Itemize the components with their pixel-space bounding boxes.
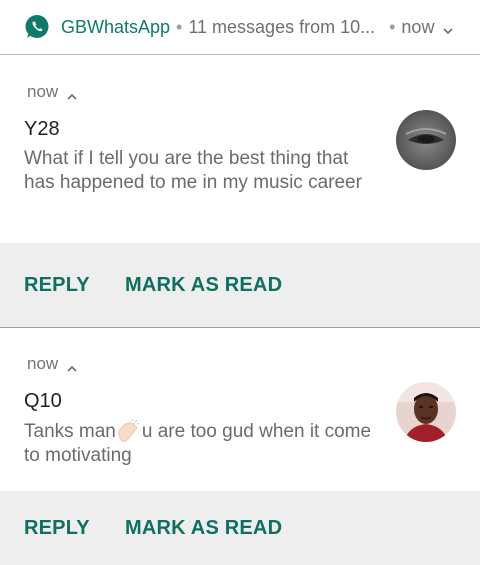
mark-as-read-button[interactable]: MARK AS READ [125, 517, 282, 540]
notification-time: now [27, 354, 59, 373]
notification-time: now [27, 82, 59, 101]
notification-header[interactable]: GBWhatsApp • 11 messages from 10... • no… [0, 0, 480, 55]
message-text: What if I tell you are the best thing th… [24, 148, 362, 193]
sender-name: Y28 [24, 118, 60, 140]
mark-as-read-button[interactable]: MARK AS READ [125, 274, 282, 297]
notification-shade: GBWhatsApp • 11 messages from 10... • no… [0, 0, 480, 565]
message-text: Tanks man u are too gud when it come to m… [24, 419, 374, 468]
header-summary: 11 messages from 10... [188, 16, 376, 37]
chevron-up-icon[interactable] [66, 359, 78, 372]
reply-button[interactable]: REPLY [24, 274, 90, 297]
app-name: GBWhatsApp [61, 16, 171, 37]
notification-item[interactable]: now Y28 What if I tell you are the best … [0, 56, 480, 243]
notification-meta: now [27, 354, 78, 374]
header-separator-2: • [389, 16, 396, 37]
chevron-up-icon[interactable] [66, 87, 78, 100]
message-text-part: Tanks man [24, 421, 116, 442]
notification-actions: REPLY MARK AS READ [0, 491, 480, 565]
whatsapp-logo-icon [24, 14, 50, 40]
avatar [396, 382, 456, 442]
reply-button[interactable]: REPLY [24, 517, 90, 540]
notification-item[interactable]: now Q10 Tanks man u are too gud when it c… [0, 328, 480, 491]
avatar [396, 110, 456, 170]
header-time: now [401, 16, 435, 37]
header-separator: • [176, 16, 183, 37]
clapping-hands-icon [116, 419, 142, 443]
sender-name: Q10 [24, 390, 62, 412]
notification-actions: REPLY MARK AS READ [0, 243, 480, 328]
chevron-down-icon[interactable] [442, 21, 454, 35]
notification-meta: now [27, 82, 78, 102]
